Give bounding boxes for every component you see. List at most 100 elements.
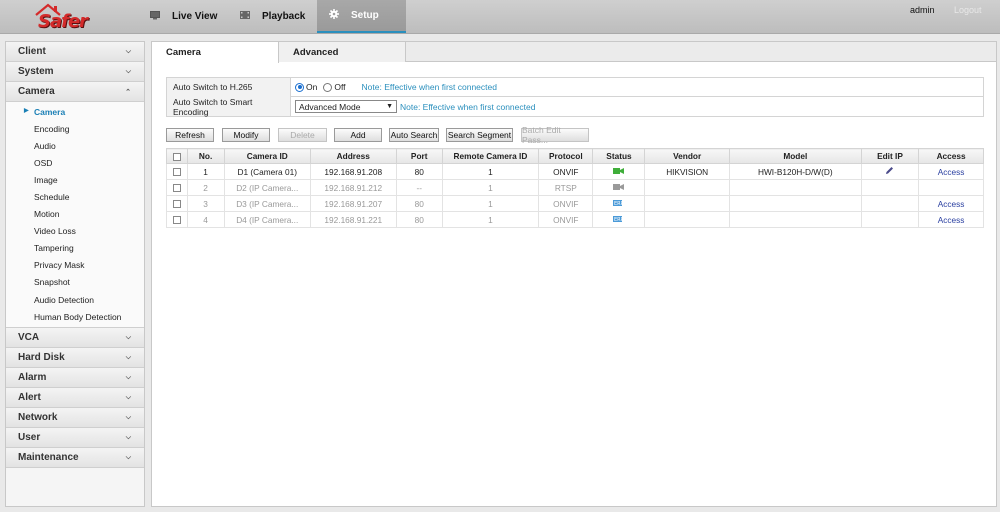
sidebar-item-label: Human Body Detection bbox=[34, 311, 122, 322]
select-all-checkbox[interactable] bbox=[172, 152, 181, 161]
sidebar-section-label: Maintenance bbox=[18, 452, 79, 464]
sidebar-item-motion[interactable]: Motion bbox=[6, 206, 144, 223]
refresh-button[interactable]: Refresh bbox=[166, 128, 214, 142]
table-row[interactable]: 3 D3 (IP Camera... 192.168.91.207 80 1 O… bbox=[166, 195, 984, 212]
cell-model: HWI-B120H-D/W(D) bbox=[728, 163, 862, 180]
access-link[interactable]: Access bbox=[938, 167, 965, 177]
sidebar-item-label: Encoding bbox=[34, 123, 70, 134]
tab-camera[interactable]: Camera bbox=[152, 42, 279, 63]
cell-address: 192.168.91.207 bbox=[309, 195, 397, 212]
cell-port: -- bbox=[395, 179, 443, 196]
cell-protocol: ONVIF bbox=[538, 211, 594, 228]
smart-encoding-value: Advanced Mode bbox=[299, 101, 361, 112]
sidebar-section-vca[interactable]: VCA ⌵ bbox=[6, 328, 144, 349]
column-header: Vendor bbox=[644, 148, 730, 164]
sidebar-section-label: VCA bbox=[18, 332, 40, 344]
auto-search-button[interactable]: Auto Search bbox=[389, 128, 439, 142]
chevron-down-icon: ⌵ bbox=[125, 393, 131, 401]
column-header: Edit IP bbox=[860, 148, 920, 164]
cell-address: 192.168.91.221 bbox=[309, 211, 397, 228]
sidebar-section-client[interactable]: Client ⌵ bbox=[6, 42, 144, 62]
sidebar: Client ⌵ System ⌵ Camera ⌃ ▶ Camera Encoding… bbox=[5, 41, 145, 507]
nav-playback[interactable]: Playback bbox=[240, 0, 305, 33]
svg-text:ERR: ERR bbox=[614, 201, 624, 207]
sidebar-section-camera[interactable]: Camera ⌃ bbox=[6, 82, 144, 102]
smart-encoding-select[interactable]: Advanced Mode ▼ bbox=[295, 100, 397, 113]
cell-port: 80 bbox=[395, 211, 443, 228]
search-segment-button[interactable]: Search Segment bbox=[446, 128, 513, 142]
column-header: No. bbox=[186, 148, 225, 164]
pencil-icon[interactable] bbox=[885, 166, 894, 177]
chevron-down-icon: ⌵ bbox=[125, 433, 131, 441]
sidebar-section-alert[interactable]: Alert ⌵ bbox=[6, 388, 144, 409]
sidebar-item-image[interactable]: Image bbox=[6, 171, 144, 188]
nav-live-view-label: Live View bbox=[172, 11, 218, 22]
h265-on-label: On bbox=[306, 82, 318, 92]
column-header: Remote Camera ID bbox=[441, 148, 540, 164]
cell-remote-id: 1 bbox=[441, 179, 540, 196]
cell-camera-id: D1 (Camera 01) bbox=[223, 163, 311, 180]
cell-camera-id: D2 (IP Camera... bbox=[223, 179, 311, 196]
cell-no: 2 bbox=[186, 179, 225, 196]
h265-on-radio[interactable] bbox=[295, 82, 304, 92]
row-checkbox[interactable] bbox=[172, 168, 181, 177]
sidebar-item-video-loss[interactable]: Video Loss bbox=[6, 223, 144, 240]
sidebar-item-schedule[interactable]: Schedule bbox=[6, 188, 144, 205]
table-row[interactable]: 4 D4 (IP Camera... 192.168.91.221 80 1 O… bbox=[166, 211, 984, 228]
film-icon bbox=[240, 11, 250, 22]
encoding-settings-form: Auto Switch to H.265 On Off Note: Effect… bbox=[166, 77, 984, 117]
sidebar-item-audio[interactable]: Audio bbox=[6, 137, 144, 154]
delete-button[interactable]: Delete bbox=[278, 128, 327, 142]
h265-note: Note: Effective when first connected bbox=[361, 82, 497, 92]
cell-address: 192.168.91.208 bbox=[309, 163, 397, 180]
sidebar-section-label: Network bbox=[18, 412, 58, 424]
sidebar-section-network[interactable]: Network ⌵ bbox=[6, 408, 144, 429]
smart-encoding-note: Note: Effective when first connected bbox=[400, 101, 536, 112]
row-checkbox[interactable] bbox=[172, 200, 181, 209]
h265-off-radio[interactable] bbox=[323, 82, 333, 92]
sidebar-item-human-body-detection[interactable]: Human Body Detection bbox=[6, 308, 144, 325]
modify-button[interactable]: Modify bbox=[222, 128, 270, 142]
nav-setup[interactable]: Setup bbox=[317, 0, 406, 33]
access-link[interactable]: Access bbox=[938, 215, 965, 225]
add-button[interactable]: Add bbox=[334, 128, 382, 142]
table-header-row: No. Camera ID Address Port Remote Camera… bbox=[166, 148, 984, 164]
tab-bar: Camera Advanced bbox=[152, 42, 996, 63]
sidebar-item-camera[interactable]: ▶ Camera bbox=[6, 103, 144, 120]
cell-model bbox=[728, 195, 862, 212]
cell-protocol: ONVIF bbox=[538, 195, 594, 212]
logout-link[interactable]: Logout bbox=[954, 5, 982, 15]
chevron-down-icon: ⌵ bbox=[125, 453, 131, 461]
sidebar-section-label: Alarm bbox=[18, 372, 47, 384]
sidebar-item-encoding[interactable]: Encoding bbox=[6, 120, 144, 137]
sidebar-item-tampering[interactable]: Tampering bbox=[6, 240, 144, 257]
sidebar-section-user[interactable]: User ⌵ bbox=[6, 428, 144, 449]
chevron-down-icon: ⌵ bbox=[125, 413, 131, 421]
batch-edit-password-button[interactable]: Batch Edit Pass... bbox=[521, 125, 589, 145]
row-checkbox[interactable] bbox=[172, 184, 181, 193]
column-header: Access bbox=[918, 148, 984, 164]
sidebar-section-label: User bbox=[18, 432, 41, 444]
smart-encoding-label: Auto Switch to Smart Encoding bbox=[167, 97, 291, 117]
cell-model bbox=[728, 211, 862, 228]
row-checkbox[interactable] bbox=[172, 216, 181, 225]
sidebar-item-label: Video Loss bbox=[34, 226, 76, 237]
sidebar-item-privacy-mask[interactable]: Privacy Mask bbox=[6, 257, 144, 274]
sidebar-section-maintenance[interactable]: Maintenance ⌵ bbox=[6, 448, 144, 469]
camera-online-icon bbox=[613, 167, 625, 177]
table-row[interactable]: 2 D2 (IP Camera... 192.168.91.212 -- 1 R… bbox=[166, 179, 984, 196]
sidebar-item-snapshot[interactable]: Snapshot bbox=[6, 274, 144, 291]
sidebar-section-hard-disk[interactable]: Hard Disk ⌵ bbox=[6, 348, 144, 369]
camera-error-icon: ERR bbox=[613, 199, 625, 209]
sidebar-section-label: System bbox=[18, 66, 54, 77]
sidebar-item-osd[interactable]: OSD bbox=[6, 154, 144, 171]
nav-live-view[interactable]: Live View bbox=[150, 0, 217, 33]
sidebar-item-audio-detection[interactable]: Audio Detection bbox=[6, 291, 144, 308]
access-link[interactable]: Access bbox=[938, 199, 965, 209]
sidebar-item-label: Schedule bbox=[34, 192, 70, 203]
sidebar-section-system[interactable]: System ⌵ bbox=[6, 62, 144, 82]
table-row[interactable]: 1 D1 (Camera 01) 192.168.91.208 80 1 ONV… bbox=[166, 163, 984, 180]
tab-advanced[interactable]: Advanced bbox=[279, 42, 406, 62]
sidebar-section-label: Alert bbox=[18, 392, 41, 404]
sidebar-section-alarm[interactable]: Alarm ⌵ bbox=[6, 368, 144, 389]
